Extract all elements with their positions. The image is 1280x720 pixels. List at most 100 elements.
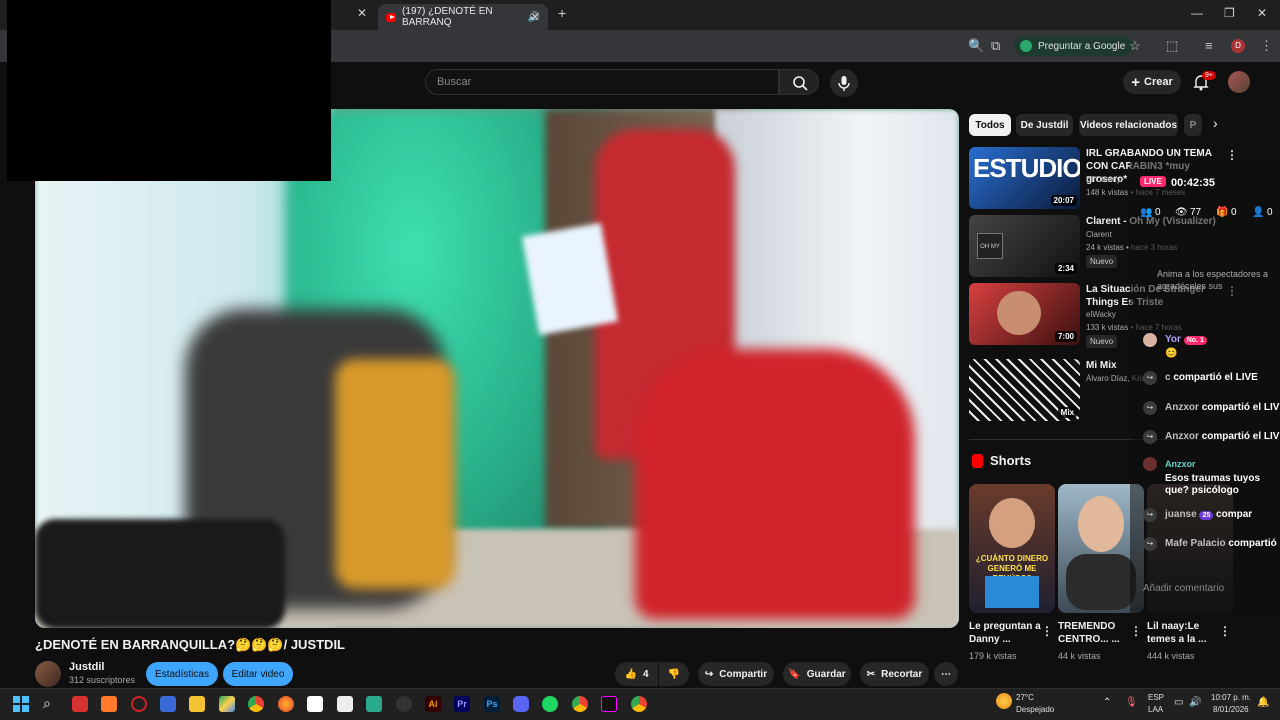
chip-all[interactable]: Todos — [969, 114, 1011, 136]
bookmark-star-icon[interactable]: ☆ — [1129, 38, 1141, 54]
comment-text: Esos traumas tuyos que? psicólogo — [1165, 473, 1261, 496]
account-avatar[interactable] — [1228, 71, 1250, 93]
event-text: 😊 — [1165, 348, 1178, 359]
chip-from-channel[interactable]: De Justdil — [1016, 114, 1073, 136]
inactive-tab-close-icon[interactable]: ✕ — [357, 6, 367, 20]
cast-icon[interactable]: ⧉ — [991, 38, 1000, 54]
profile-avatar[interactable]: D — [1231, 39, 1245, 53]
comment-input[interactable]: Añadir comentario — [1143, 583, 1224, 594]
notification-center-icon[interactable]: 🔔 — [1257, 697, 1269, 708]
google-lens-icon — [1020, 40, 1032, 52]
tray-chevron-icon[interactable]: ⌃ — [1103, 697, 1111, 708]
short-menu-icon[interactable]: ⋮ — [1219, 624, 1231, 638]
taskbar-app-icon[interactable] — [101, 696, 117, 712]
clock-time[interactable]: 10:07 p. m. — [1211, 693, 1251, 702]
create-button[interactable]: + Crear — [1123, 70, 1181, 94]
document-icon[interactable] — [337, 696, 353, 712]
chip-more[interactable]: P — [1184, 114, 1202, 136]
rec-channel[interactable]: El Chanty — [1086, 174, 1121, 186]
new-tab-button[interactable]: + — [558, 5, 566, 21]
chatgpt-icon[interactable] — [366, 696, 382, 712]
taskbar-search-icon[interactable]: ⌕ — [43, 695, 51, 712]
spotify-icon[interactable] — [542, 696, 558, 712]
short-thumbnail[interactable]: ¿CUÁNTO DINERO GENERÓ ME REHÚSO? — [969, 484, 1055, 613]
voice-search-button[interactable] — [830, 69, 858, 97]
chips-next-icon[interactable]: › — [1213, 115, 1218, 131]
language-code[interactable]: ESP — [1148, 693, 1164, 702]
minimize-icon[interactable]: — — [1191, 6, 1203, 20]
chrome-active-icon[interactable] — [572, 696, 588, 712]
search-button[interactable] — [779, 69, 819, 95]
store-icon[interactable] — [160, 696, 176, 712]
illustrator-icon[interactable]: Ai — [425, 696, 441, 712]
taskbar-app-icon[interactable] — [72, 696, 88, 712]
weather-icon[interactable] — [996, 693, 1012, 709]
photoshop-icon[interactable]: Ps — [484, 696, 500, 712]
taskbar-app-icon[interactable] — [396, 696, 412, 712]
browser-menu-icon[interactable]: ⋮ — [1260, 38, 1273, 54]
short-menu-icon[interactable]: ⋮ — [1041, 624, 1053, 638]
clock-date[interactable]: 8/01/2026 — [1213, 705, 1249, 714]
short-title[interactable]: TREMENDO CENTRO... ... — [1058, 620, 1133, 646]
keyboard-layout[interactable]: LAA — [1148, 705, 1163, 714]
discord-icon[interactable] — [513, 696, 529, 712]
video-duration: Mix — [1057, 407, 1077, 418]
opera-icon[interactable] — [131, 696, 147, 712]
more-actions-button[interactable]: ⋯ — [934, 662, 958, 686]
volume-icon[interactable]: 🔊 — [1189, 697, 1201, 708]
ask-google-button[interactable]: Preguntar a Google — [1014, 36, 1134, 56]
channel-avatar[interactable] — [35, 661, 61, 687]
weather-temp[interactable]: 27°C — [1016, 693, 1034, 702]
share-label: Compartir — [719, 668, 768, 680]
rec-channel[interactable]: Clarent — [1086, 229, 1112, 241]
save-button[interactable]: 🔖 Guardar — [783, 662, 851, 686]
rec-thumbnail[interactable]: ESTUDIO 20:07 — [969, 147, 1080, 209]
drive-icon[interactable] — [219, 696, 235, 712]
close-window-icon[interactable]: ✕ — [1257, 6, 1267, 20]
new-badge: Nuevo — [1086, 255, 1118, 268]
rec-thumbnail[interactable]: Mix — [969, 359, 1080, 421]
chip-related[interactable]: Videos relacionados — [1079, 114, 1178, 136]
tab-close-icon[interactable]: ✕ — [530, 10, 540, 24]
taskbar-app-icon[interactable] — [307, 696, 323, 712]
chrome-icon[interactable] — [248, 696, 264, 712]
rec-thumbnail[interactable]: OH MY 2:34 — [969, 215, 1080, 277]
firefox-icon[interactable] — [278, 696, 294, 712]
eye-icon: 👁 — [1175, 207, 1188, 218]
dislike-button[interactable]: 👎 — [659, 662, 689, 686]
like-button[interactable]: 👍 4 — [615, 662, 658, 686]
network-icon[interactable]: ▭ — [1174, 697, 1183, 708]
short-views: 179 k vistas — [969, 651, 1017, 661]
share-icon: ↪ — [704, 668, 714, 680]
weather-desc[interactable]: Despejado — [1016, 705, 1054, 714]
short-title[interactable]: Le preguntan a Danny ... — [969, 620, 1044, 646]
share-button[interactable]: ↪ Compartir — [698, 662, 774, 686]
zoom-icon[interactable]: 🔍 — [968, 38, 984, 54]
extensions-icon[interactable]: ⬚ — [1166, 38, 1178, 54]
media-control-icon[interactable]: ≡ — [1205, 38, 1213, 53]
edit-video-button[interactable]: Editar video — [223, 662, 293, 686]
short-menu-icon[interactable]: ⋮ — [1130, 624, 1142, 638]
live-timer: 00:42:35 — [1171, 177, 1216, 189]
share-event-icon: ↪ — [1143, 401, 1157, 415]
windows-start-icon[interactable] — [13, 696, 29, 712]
rec-thumbnail[interactable]: 7:00 — [969, 283, 1080, 345]
rec-channel[interactable]: elWacky — [1086, 309, 1116, 321]
clip-label: Recortar — [881, 668, 923, 680]
short-title[interactable]: Lil naay:Le temes a la ... — [1147, 620, 1222, 646]
file-explorer-icon[interactable] — [189, 696, 205, 712]
event-line: juanse 25 compar — [1165, 509, 1253, 520]
stats-button[interactable]: Estadísticas — [146, 662, 218, 686]
clip-button[interactable]: ✂ Recortar — [860, 662, 929, 686]
tiktok-icon[interactable] — [601, 696, 617, 712]
more-icon: ⋯ — [941, 668, 951, 680]
video-duration: 7:00 — [1054, 331, 1077, 342]
restore-icon[interactable]: ❐ — [1224, 6, 1235, 20]
microphone-tray-icon[interactable]: 🎙 — [1125, 697, 1138, 708]
tab-youtube-video[interactable]: (197) ¿DENOTÉ EN BARRANQ 🔊 ✕ — [378, 4, 548, 30]
premiere-icon[interactable]: Pr — [454, 696, 470, 712]
chrome-profile-icon[interactable] — [631, 696, 647, 712]
search-input[interactable]: Buscar — [425, 69, 779, 95]
channel-name[interactable]: Justdil — [69, 661, 104, 673]
video-player[interactable] — [35, 109, 959, 628]
